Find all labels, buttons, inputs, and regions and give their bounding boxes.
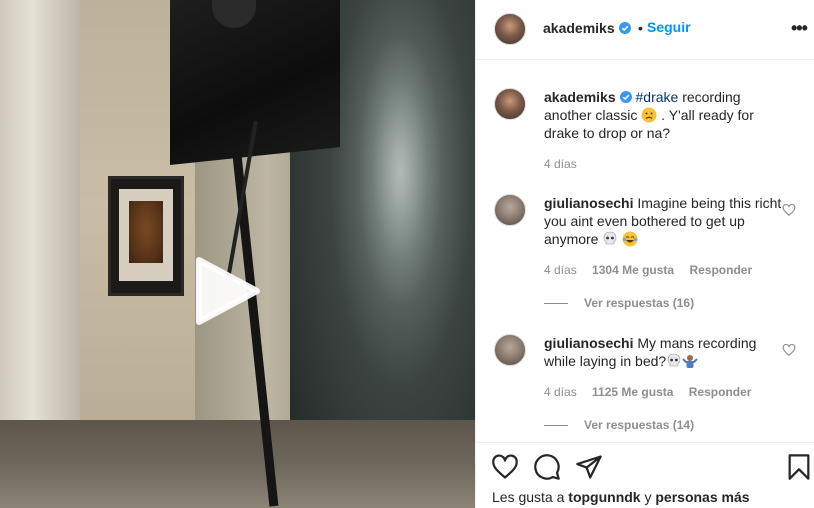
play-icon[interactable] (193, 256, 263, 326)
follow-button[interactable]: Seguir (647, 19, 691, 35)
reply-button[interactable]: Responder (689, 385, 752, 399)
likes-summary: Les gusta a topgunndk y personas más (492, 489, 750, 505)
comment-username[interactable]: giulianosechi (544, 195, 633, 211)
avatar[interactable] (494, 334, 526, 366)
comment-meta: 4 días 1304 Me gusta Responder (544, 263, 764, 277)
bookmark-icon[interactable] (785, 453, 813, 481)
comment-likes-count[interactable]: 1125 Me gusta (592, 385, 673, 399)
post-video[interactable] (0, 0, 475, 508)
avatar[interactable] (494, 194, 526, 226)
more-options-icon[interactable]: ••• (791, 18, 809, 38)
post-author[interactable]: akademiks (543, 20, 631, 36)
post-header: akademiks • Seguir ••• (476, 0, 814, 60)
action-bar: Les gusta a topgunndk y personas más (476, 442, 814, 508)
verified-badge-icon (618, 22, 631, 34)
view-replies-button[interactable]: Ver respuestas (16) (544, 296, 694, 310)
comment-meta: 4 días 1125 Me gusta Responder (544, 385, 763, 399)
video-frame-floor (0, 420, 475, 508)
skull-emoji-icon (604, 231, 617, 245)
reply-button[interactable]: Responder (689, 263, 752, 277)
liked-by-others-link[interactable]: personas más (655, 489, 749, 505)
like-comment-heart-icon[interactable] (782, 203, 796, 217)
skull-emoji-icon (667, 353, 681, 367)
caption-username[interactable]: akademiks (544, 89, 616, 105)
avatar[interactable] (494, 13, 526, 45)
divider (544, 425, 568, 427)
post-side-panel: akademiks • Seguir ••• akademiks #drake … (475, 0, 814, 508)
comment-likes-count[interactable]: 1304 Me gusta (592, 263, 674, 277)
hashtag-link[interactable]: #drake (636, 89, 679, 105)
verified-badge-icon (619, 91, 632, 103)
video-frame-picture (108, 176, 184, 296)
separator-dot: • (638, 20, 643, 36)
liked-by-user-link[interactable]: topgunndk (568, 489, 640, 505)
like-comment-heart-icon[interactable] (782, 343, 796, 357)
tears-of-joy-emoji-icon (622, 231, 638, 247)
sad-face-emoji-icon (641, 107, 657, 123)
caption-text: akademiks #drake recording another class… (544, 89, 754, 141)
caption-time: 4 días (544, 157, 577, 171)
avatar[interactable] (494, 88, 526, 120)
comment-time: 4 días (544, 385, 577, 399)
comment-text: giulianosechi Imagine being this richt y… (544, 195, 782, 247)
video-frame-monitor (170, 0, 340, 166)
view-replies-button[interactable]: Ver respuestas (14) (544, 418, 694, 432)
share-icon[interactable] (575, 453, 603, 481)
person-shrugging-emoji-icon (682, 355, 698, 368)
comment-text: giulianosechi My mans recording while la… (544, 335, 757, 369)
comment-icon[interactable] (533, 453, 561, 481)
comment-time: 4 días (544, 263, 577, 277)
heart-icon[interactable] (491, 453, 519, 481)
divider (544, 303, 568, 305)
comment-username[interactable]: giulianosechi (544, 335, 633, 351)
comments-list[interactable]: akademiks #drake recording another class… (476, 61, 814, 441)
